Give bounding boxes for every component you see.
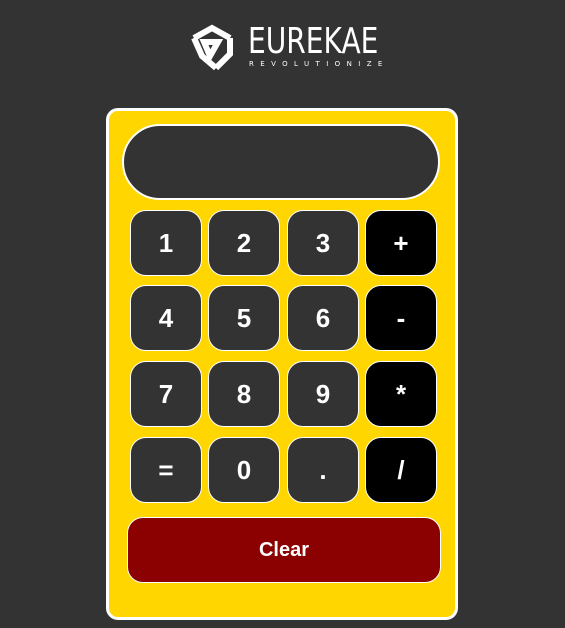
key-subtract[interactable]: - (365, 285, 437, 351)
calculator-display (122, 124, 440, 200)
key-2[interactable]: 2 (208, 210, 280, 276)
key-multiply[interactable]: * (365, 361, 437, 427)
brand-name: EUREKAE (248, 21, 379, 62)
key-0[interactable]: 0 (208, 437, 280, 503)
key-7[interactable]: 7 (130, 361, 202, 427)
key-8[interactable]: 8 (208, 361, 280, 427)
brand-logo: EUREKAE REVOLUTIONIZE (188, 22, 388, 74)
key-4[interactable]: 4 (130, 285, 202, 351)
key-equals[interactable]: = (130, 437, 202, 503)
key-6[interactable]: 6 (287, 285, 359, 351)
key-5[interactable]: 5 (208, 285, 280, 351)
key-1[interactable]: 1 (130, 210, 202, 276)
key-decimal[interactable]: . (287, 437, 359, 503)
key-divide[interactable]: / (365, 437, 437, 503)
key-9[interactable]: 9 (287, 361, 359, 427)
clear-button[interactable]: Clear (127, 517, 441, 583)
key-3[interactable]: 3 (287, 210, 359, 276)
triangle-logo-icon (191, 24, 233, 71)
brand-tagline: REVOLUTIONIZE (249, 60, 389, 68)
key-add[interactable]: + (365, 210, 437, 276)
calculator: 1 2 3 + 4 5 6 - 7 8 9 * = 0 . / Clear (106, 108, 458, 620)
